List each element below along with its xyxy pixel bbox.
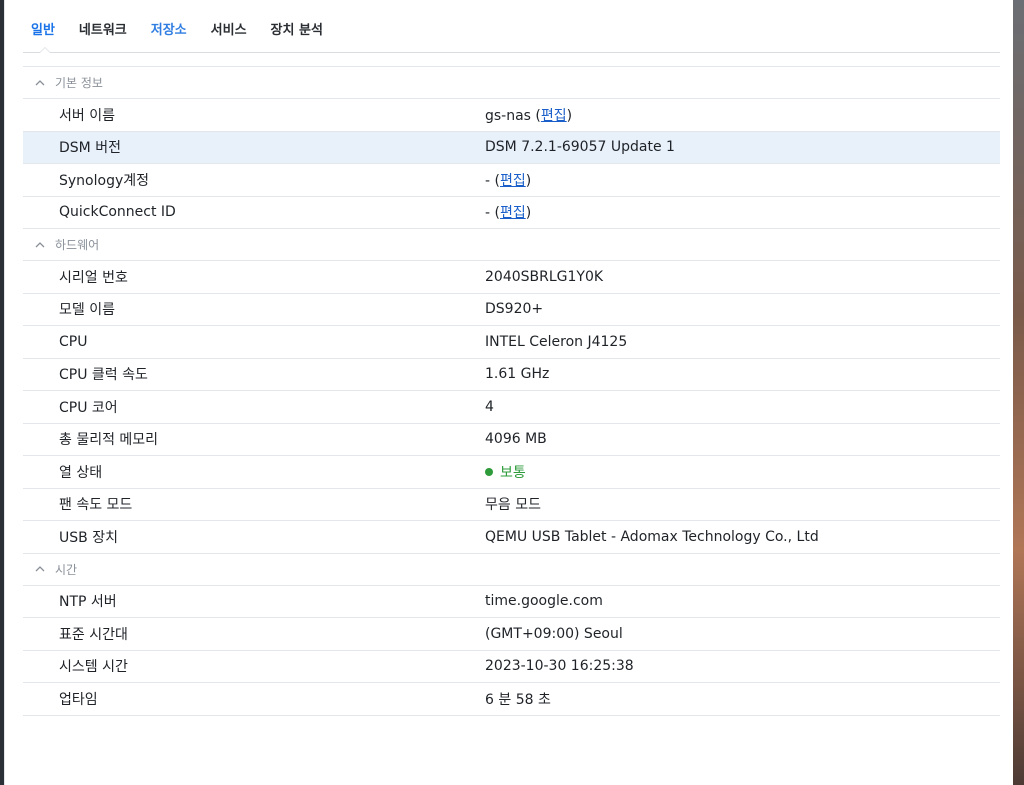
- tab-general-label: 일반: [31, 23, 55, 38]
- table-row: Synology계정 - (편집): [23, 164, 1000, 197]
- tab-general[interactable]: 일반: [23, 0, 67, 53]
- tab-network[interactable]: 네트워크: [67, 0, 139, 52]
- row-value: - (편집): [485, 170, 1000, 190]
- row-value: INTEL Celeron J4125: [485, 333, 628, 350]
- row-label: NTP 서버: [59, 594, 117, 611]
- tab-device-analytics-label: 장치 분석: [270, 23, 323, 38]
- row-value: time.google.com: [485, 593, 603, 610]
- info-table: 기본 정보 서버 이름 gs-nas (편집) DSM 버전 DSM 7.2.1…: [23, 66, 1000, 716]
- group-header-hardware[interactable]: 하드웨어: [23, 229, 1000, 261]
- desktop-wallpaper-edge: [1012, 0, 1024, 785]
- row-value: 4096 MB: [485, 431, 547, 448]
- server-name-value: gs-nas: [485, 107, 531, 124]
- edit-quickconnect-link[interactable]: 편집: [500, 205, 526, 221]
- row-value: - (편집): [485, 202, 1000, 222]
- tab-device-analytics[interactable]: 장치 분석: [259, 0, 335, 52]
- thermal-status-value: 보통: [500, 464, 526, 481]
- row-label: 서버 이름: [59, 107, 115, 124]
- row-label: 업타임: [59, 691, 98, 708]
- table-row: 시스템 시간 2023-10-30 16:25:38: [23, 651, 1000, 683]
- row-value: 보통: [485, 462, 1000, 482]
- row-value: 1.61 GHz: [485, 366, 550, 383]
- group-header-basic[interactable]: 기본 정보: [23, 67, 1000, 99]
- table-row: 시리얼 번호 2040SBRLG1Y0K: [23, 261, 1000, 294]
- table-row: 서버 이름 gs-nas (편집): [23, 99, 1000, 132]
- edit-open-paren: (: [490, 172, 500, 189]
- table-row: 업타임 6 분 58 초: [23, 683, 1000, 716]
- tab-storage-label: 저장소: [150, 23, 187, 38]
- row-value: QEMU USB Tablet - Adomax Technology Co.,…: [485, 528, 819, 545]
- row-label: QuickConnect ID: [59, 204, 176, 221]
- table-row-selected[interactable]: DSM 버전 DSM 7.2.1-69057 Update 1: [23, 131, 1000, 164]
- row-label: DSM 버전: [59, 140, 121, 157]
- row-value: gs-nas (편집): [485, 105, 1000, 125]
- group-title-basic: 기본 정보: [55, 76, 103, 90]
- table-row: 표준 시간대 (GMT+09:00) Seoul: [23, 618, 1000, 651]
- chevron-up-icon: [35, 241, 45, 247]
- row-value: DS920+: [485, 301, 544, 318]
- chevron-up-icon: [35, 566, 45, 572]
- row-value: 6 분 58 초: [485, 691, 551, 708]
- row-label: CPU 클럭 속도: [59, 367, 148, 384]
- edit-close-paren: ): [525, 172, 532, 189]
- tab-services[interactable]: 서비스: [199, 0, 259, 52]
- table-row: 팬 속도 모드 무음 모드: [23, 489, 1000, 521]
- table-row: NTP 서버 time.google.com: [23, 586, 1000, 618]
- row-label: 표준 시간대: [59, 626, 128, 643]
- group-title-hardware: 하드웨어: [55, 238, 100, 252]
- row-label: 시스템 시간: [59, 659, 128, 676]
- group-title-time: 시간: [55, 562, 78, 577]
- tab-storage[interactable]: 저장소: [139, 0, 199, 52]
- group-header-time[interactable]: 시간: [23, 554, 1000, 586]
- row-label: CPU: [59, 333, 88, 350]
- table-row: CPU 코어 4: [23, 391, 1000, 424]
- table-row: CPU 클럭 속도 1.61 GHz: [23, 359, 1000, 391]
- row-value: 2023-10-30 16:25:38: [485, 658, 634, 675]
- row-label: CPU 코어: [59, 399, 118, 416]
- edit-server-name-link[interactable]: 편집: [541, 108, 567, 124]
- tab-services-label: 서비스: [210, 23, 247, 38]
- table-row: 열 상태 보통: [23, 456, 1000, 489]
- row-label: 열 상태: [59, 464, 103, 481]
- table-row: QuickConnect ID - (편집): [23, 197, 1000, 229]
- table-row: 모델 이름 DS920+: [23, 294, 1000, 326]
- row-value: 4: [485, 398, 494, 415]
- status-dot-icon: [485, 467, 493, 476]
- row-label: Synology계정: [59, 172, 149, 189]
- info-center-window: 일반 네트워크 저장소 서비스 장치 분석 기본 정보 서버 이름 gs-nas…: [4, 0, 1013, 785]
- edit-close-paren: ): [525, 205, 532, 222]
- edit-open-paren: (: [490, 205, 500, 222]
- row-value: 2040SBRLG1Y0K: [485, 268, 604, 285]
- row-value: (GMT+09:00) Seoul: [485, 625, 623, 642]
- active-tab-indicator: [38, 47, 51, 53]
- tab-network-label: 네트워크: [78, 23, 127, 38]
- row-value: DSM 7.2.1-69057 Update 1: [485, 139, 675, 156]
- row-label: USB 장치: [59, 529, 118, 546]
- row-label: 모델 이름: [59, 302, 115, 319]
- table-row: CPU INTEL Celeron J4125: [23, 326, 1000, 359]
- table-row: USB 장치 QEMU USB Tablet - Adomax Technolo…: [23, 521, 1000, 554]
- row-value: 무음 모드: [485, 497, 541, 514]
- row-label: 시리얼 번호: [59, 269, 128, 286]
- edit-close-paren: ): [566, 107, 573, 124]
- chevron-up-icon: [35, 79, 45, 85]
- edit-open-paren: (: [530, 107, 541, 124]
- table-row: 총 물리적 메모리 4096 MB: [23, 424, 1000, 456]
- row-label: 총 물리적 메모리: [59, 432, 159, 449]
- tab-bar: 일반 네트워크 저장소 서비스 장치 분석: [23, 0, 1000, 53]
- edit-synology-account-link[interactable]: 편집: [500, 173, 526, 189]
- row-label: 팬 속도 모드: [59, 497, 133, 514]
